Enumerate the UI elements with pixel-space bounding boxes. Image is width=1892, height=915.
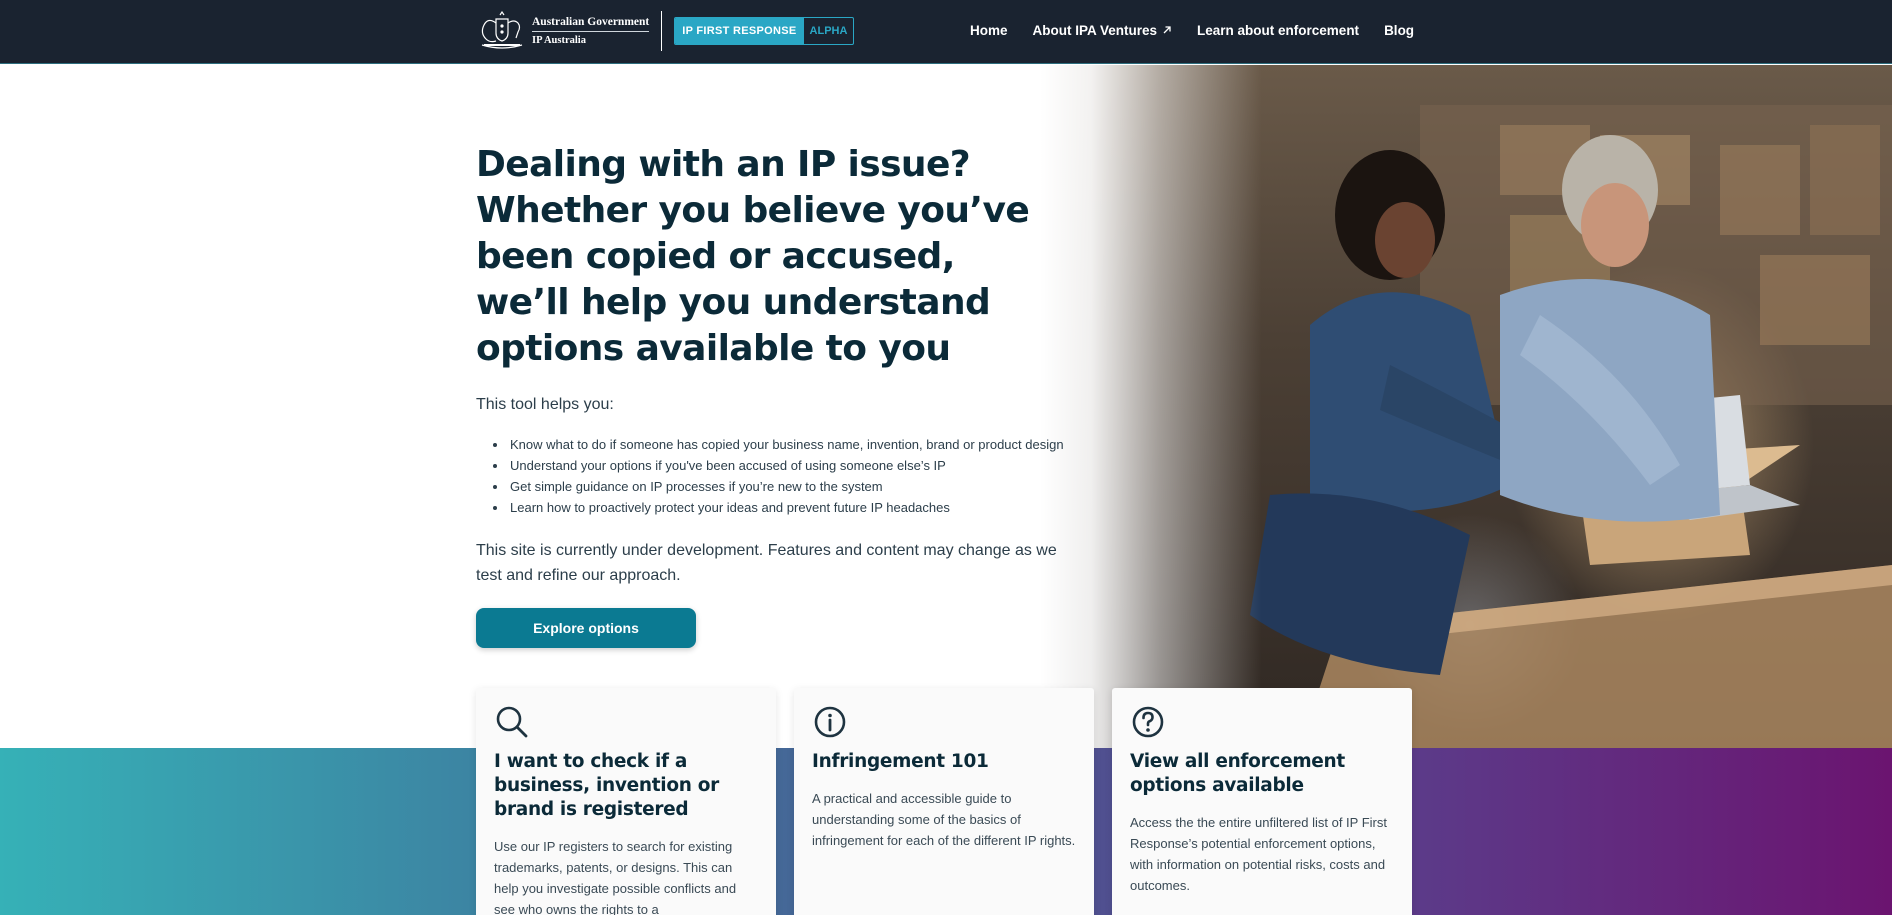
development-notice: This site is currently under development… [476,542,1057,584]
brand-divider [661,11,663,51]
card-body: Use our IP registers to search for exist… [494,839,737,915]
benefit-item: Understand your options if you've been a… [508,455,1096,476]
card-infringement-101[interactable]: Infringement 101 A practical and accessi… [794,688,1094,915]
site-header: Australian Government IP Australia IP FI… [0,0,1892,64]
nav-learn-about-enforcement[interactable]: Learn about enforcement [1197,23,1359,38]
hero-image-fade [1040,65,1892,748]
government-wordmark: Australian Government IP Australia [532,15,650,48]
hero-title: Dealing with an IP issue? Whether you be… [476,144,1030,369]
card-title: View all enforcement options available [1130,751,1345,796]
gov-line-1: Australian Government [532,15,650,33]
brand-logo-link[interactable]: Australian Government IP Australia IP FI… [476,10,855,52]
help-icon [1132,706,1164,738]
hero-image [1040,65,1892,748]
card-check-registered[interactable]: I want to check if a business, invention… [476,688,776,915]
nav-learn-label: Learn about enforcement [1197,22,1360,38]
explore-options-button[interactable]: Explore options [476,608,696,648]
product-name: IP FIRST RESPONSE [675,18,804,44]
card-body: A practical and accessible guide to unde… [812,791,1076,848]
hero-intro: This tool helps you: [476,396,614,413]
product-stage-badge: ALPHA [809,25,848,37]
nav-blog-label: Blog [1384,22,1415,38]
benefits-list: Know what to do if someone has copied yo… [508,434,1096,518]
card-body: Access the the entire unfiltered list of… [1130,815,1387,893]
nav-about-label: About IPA Ventures [1032,22,1158,38]
coat-of-arms-icon [481,11,523,49]
info-icon [814,706,846,738]
card-title: I want to check if a business, invention… [494,751,720,820]
external-link-icon [1163,26,1171,34]
benefit-item: Know what to do if someone has copied yo… [508,434,1096,455]
nav-home[interactable]: Home [970,23,1008,38]
search-icon [496,706,528,738]
benefit-item: Get simple guidance on IP processes if y… [508,476,1096,497]
nav-home-label: Home [970,22,1008,38]
main-nav: Home About IPA Ventures Learn about enfo… [970,0,1414,60]
benefit-item: Learn how to proactively protect your id… [508,497,1096,518]
product-badge: IP FIRST RESPONSE ALPHA [674,17,855,45]
card-view-enforcement-options[interactable]: View all enforcement options available A… [1112,688,1412,915]
nav-blog[interactable]: Blog [1384,23,1414,38]
hero-section: Dealing with an IP issue? Whether you be… [476,142,1096,648]
nav-about-ipa-ventures[interactable]: About IPA Ventures [1033,23,1173,38]
gov-line-2: IP Australia [532,35,586,47]
card-title: Infringement 101 [812,751,989,772]
